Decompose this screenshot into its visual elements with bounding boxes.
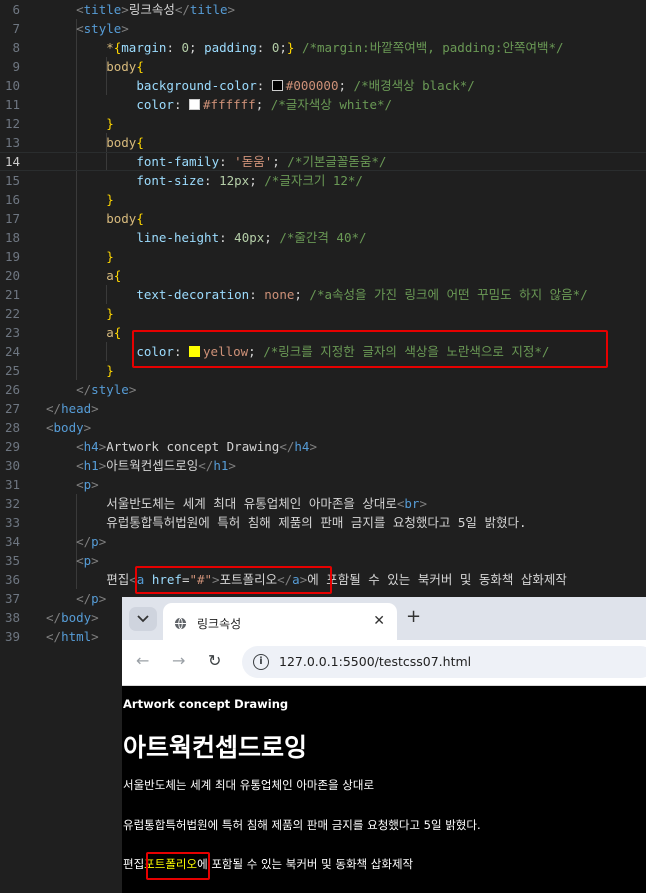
url-text[interactable]: 127.0.0.1:5500/testcss07.html	[279, 654, 471, 669]
line-number: 21	[4, 287, 20, 302]
navigation-bar: ← → ↻ i 127.0.0.1:5500/testcss07.html	[122, 640, 646, 686]
line-number: 15	[4, 173, 20, 188]
line-number: 17	[4, 211, 20, 226]
chevron-down-icon	[137, 615, 149, 623]
close-icon[interactable]: ✕	[373, 613, 385, 629]
tab-bar: 링크속성 ✕ +	[122, 597, 646, 640]
code-line-22[interactable]: }	[46, 304, 646, 323]
code-line-18[interactable]: line-height: 40px; /*줄간격 40*/	[46, 228, 646, 247]
code-line-19[interactable]: }	[46, 247, 646, 266]
color-swatch-icon[interactable]	[271, 80, 283, 91]
color-swatch-icon[interactable]	[189, 99, 201, 110]
site-info-icon[interactable]: i	[253, 654, 269, 670]
line-number: 19	[4, 249, 20, 264]
paragraph-suffix: 에 포함될 수 있는 북커버 및 동화책 삽화제작	[197, 857, 414, 871]
code-line-34[interactable]: </p>	[46, 532, 646, 551]
line-number: 33	[4, 515, 20, 530]
line-number: 12	[4, 116, 20, 131]
code-line-24[interactable]: color: yellow; /*링크를 지정한 글자의 색상을 노란색으로 지…	[46, 342, 646, 361]
address-bar[interactable]: i 127.0.0.1:5500/testcss07.html	[242, 646, 646, 678]
line-number: 27	[4, 401, 20, 416]
code-line-7[interactable]: <style>	[46, 19, 646, 38]
code-line-26[interactable]: </style>	[46, 380, 646, 399]
line-number: 13	[4, 135, 20, 150]
line-number: 39	[4, 629, 20, 644]
code-line-6[interactable]: <title>링크속성</title>	[46, 0, 646, 19]
line-number: 23	[4, 325, 20, 340]
code-line-8[interactable]: *{margin: 0; padding: 0;} /*margin:바깥쪽여백…	[46, 38, 646, 57]
code-line-23[interactable]: a{	[46, 323, 646, 342]
line-number-gutter: 6 7 8 9 10 11 12 13 14 15 16 17 18 19 20 21 22 23 24 25 26 27…	[0, 0, 30, 646]
code-line-20[interactable]: a{	[46, 266, 646, 285]
line-number: 24	[4, 344, 20, 359]
line-number: 9	[12, 59, 20, 74]
line-number: 11	[4, 97, 20, 112]
code-line-29[interactable]: <h4>Artwork concept Drawing</h4>	[46, 437, 646, 456]
code-line-27[interactable]: </head>	[46, 399, 646, 418]
new-tab-button[interactable]: +	[406, 607, 421, 627]
line-number: 20	[4, 268, 20, 283]
page-heading: 아트웍컨셉드로잉	[123, 733, 308, 762]
paragraph-line-1: 서울반도체는 세계 최대 유통업체인 아마존을 상대로	[123, 778, 375, 792]
page-subheading: Artwork concept Drawing	[123, 697, 289, 711]
code-line-16[interactable]: }	[46, 190, 646, 209]
code-line-14[interactable]: font-family: '돋움'; /*기본글꼴돋움*/	[0, 152, 646, 171]
browser-window[interactable]: 링크속성 ✕ + ← → ↻ i 127.0.0.1:5500/testcss0…	[122, 597, 646, 893]
code-area[interactable]: <title>링크속성</title> <style> *{margin: 0;…	[0, 0, 646, 646]
code-line-36[interactable]: 편집<a href="#">포트폴리오</a>에 포함될 수 있는 북커버 및 …	[46, 570, 646, 589]
line-number: 10	[4, 78, 20, 93]
back-icon[interactable]: ←	[136, 652, 149, 670]
line-number: 30	[4, 458, 20, 473]
forward-icon[interactable]: →	[172, 652, 185, 670]
code-line-30[interactable]: <h1>아트웍컨셉드로잉</h1>	[46, 456, 646, 475]
line-number: 34	[4, 534, 20, 549]
line-number: 26	[4, 382, 20, 397]
browser-tab[interactable]: 링크속성 ✕	[163, 603, 397, 640]
page-content: Artwork concept Drawing 아트웍컨셉드로잉 서울반도체는 …	[122, 686, 646, 893]
tab-search-button[interactable]	[129, 607, 157, 631]
portfolio-link[interactable]: 포트폴리오	[144, 857, 197, 871]
line-number: 22	[4, 306, 20, 321]
line-number: 25	[4, 363, 20, 378]
line-number: 7	[12, 21, 20, 36]
line-number: 35	[4, 553, 20, 568]
line-number: 36	[4, 572, 20, 587]
tab-title: 링크속성	[197, 617, 242, 631]
code-line-10[interactable]: background-color: #000000; /*배경색상 black*…	[46, 76, 646, 95]
code-line-25[interactable]: }	[46, 361, 646, 380]
line-number: 37	[4, 591, 20, 606]
line-number: 18	[4, 230, 20, 245]
code-line-33[interactable]: 유럽통합특허법원에 특허 침해 제품의 판매 금지를 요청했다고 5일 밝혔다.	[46, 513, 646, 532]
code-line-11[interactable]: color: #ffffff; /*글자색상 white*/	[46, 95, 646, 114]
reload-icon[interactable]: ↻	[208, 652, 221, 670]
paragraph-with-link: 편집포트폴리오에 포함될 수 있는 북커버 및 동화책 삽화제작	[123, 856, 413, 872]
globe-icon	[174, 615, 187, 634]
line-number: 28	[4, 420, 20, 435]
code-line-17[interactable]: body{	[46, 209, 646, 228]
code-line-31[interactable]: <p>	[46, 475, 646, 494]
line-number: 31	[4, 477, 20, 492]
code-line-32[interactable]: 서울반도체는 세계 최대 유통업체인 아마존을 상대로<br>	[46, 494, 646, 513]
line-number: 29	[4, 439, 20, 454]
code-line-15[interactable]: font-size: 12px; /*글자크기 12*/	[46, 171, 646, 190]
line-number: 6	[12, 2, 20, 17]
code-line-35[interactable]: <p>	[46, 551, 646, 570]
color-swatch-icon[interactable]	[189, 346, 201, 357]
code-line-28[interactable]: <body>	[46, 418, 646, 437]
line-number: 32	[4, 496, 20, 511]
line-number: 16	[4, 192, 20, 207]
code-line-9[interactable]: body{	[46, 57, 646, 76]
code-line-13[interactable]: body{	[46, 133, 646, 152]
paragraph-prefix: 편집	[123, 857, 145, 871]
code-line-21[interactable]: text-decoration: none; /*a속성을 가진 링크에 어떤 …	[46, 285, 646, 304]
line-number: 8	[12, 40, 20, 55]
paragraph-line-2: 유럽통합특허법원에 특허 침해 제품의 판매 금지를 요청했다고 5일 밝혔다.	[123, 818, 481, 832]
code-line-12[interactable]: }	[46, 114, 646, 133]
line-number: 38	[4, 610, 20, 625]
